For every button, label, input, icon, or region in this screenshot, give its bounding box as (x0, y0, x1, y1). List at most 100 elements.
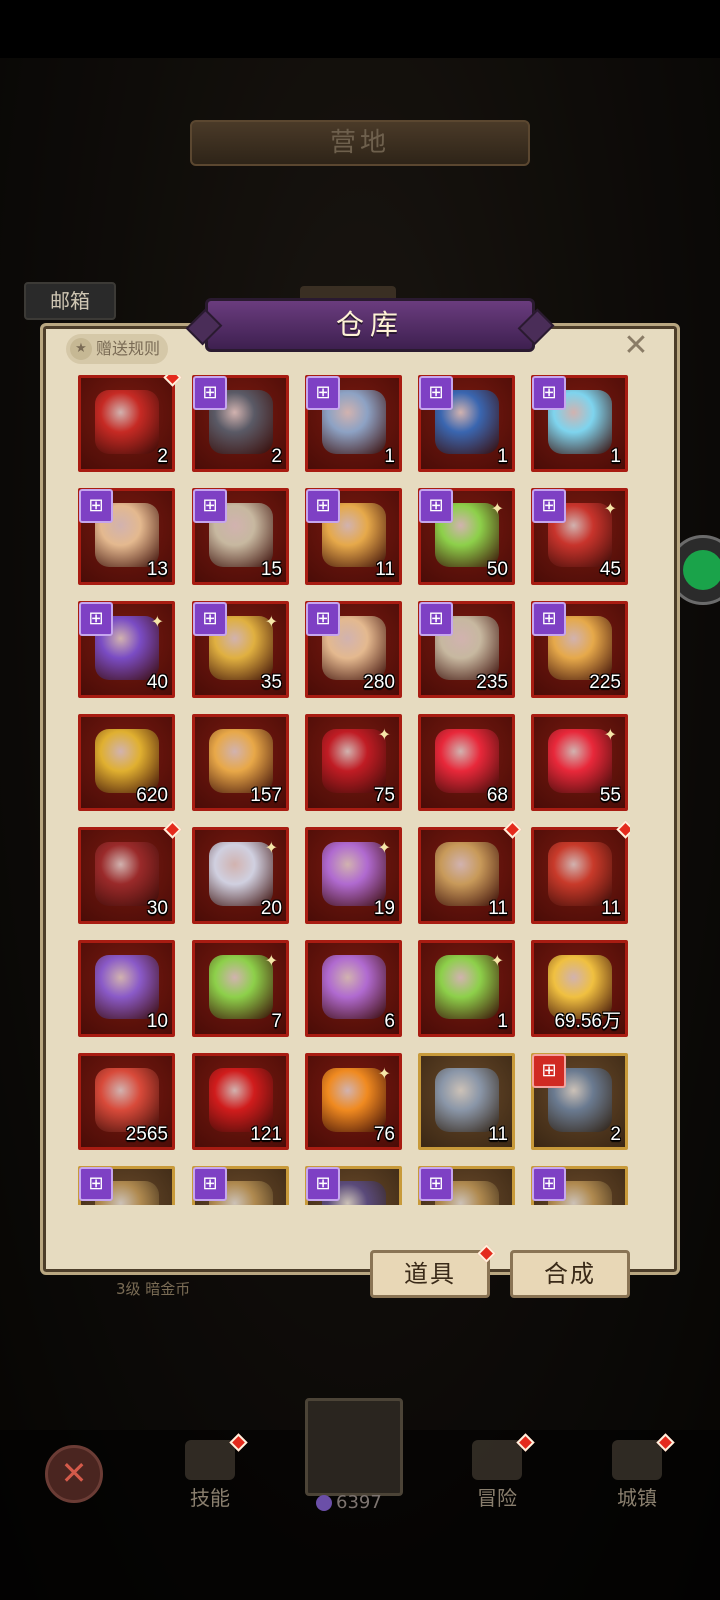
inventory-slot[interactable]: ⊞ 235 (418, 601, 515, 698)
inventory-slot[interactable]: ⊞ 11 (305, 488, 402, 585)
inventory-slot[interactable]: ⊞ (305, 1166, 402, 1205)
item-count: 55 (599, 785, 621, 806)
sparkle-icon: ✦ (377, 1064, 391, 1083)
horned-helmet-hero-icon (209, 842, 273, 906)
sparkle-icon: ✦ (490, 951, 504, 970)
gift-rules-label: 赠送规则 (96, 339, 161, 358)
inventory-grid: 2 ⊞ 2 ⊞ 1 ⊞ 1 ⊞ 1 ⊞ 13 ⊞ 15 ⊞ 11 ⊞ ✦ 50 ⊞ ✦ 45 ⊞ ✦ 40 ⊞ ✦ 35 ⊞ 280 ⊞ 2… (78, 375, 630, 1205)
notification-dot (163, 820, 182, 839)
craft-tab-button[interactable]: 合成 (510, 1250, 630, 1298)
cancel-button[interactable]: ✕ (45, 1445, 103, 1503)
center-portal-slot[interactable] (305, 1398, 403, 1496)
inventory-slot[interactable]: 30 (78, 820, 182, 924)
inventory-slot[interactable]: 2 (78, 375, 182, 472)
inventory-slot[interactable]: ✦ 1 (418, 940, 515, 1037)
rules-icon: ★ (70, 338, 92, 360)
gift-box-icon: ⊞ (79, 602, 113, 636)
inventory-slot[interactable]: ⊞ ✦ 45 (531, 488, 628, 585)
inventory-slot[interactable]: ⊞ (192, 1166, 289, 1205)
nav-skills[interactable]: 技能 (165, 1433, 255, 1520)
inventory-slot[interactable]: 121 (192, 1053, 289, 1150)
mailbox-tab[interactable]: 邮箱 (24, 282, 116, 320)
inventory-slot[interactable]: ✦ 20 (192, 827, 289, 924)
inventory-slot[interactable]: ⊞ ✦ 40 (78, 601, 175, 698)
item-count: 19 (373, 898, 395, 919)
inventory-slot[interactable]: ⊞ 13 (78, 488, 175, 585)
inventory-slot[interactable]: ⊞ 1 (531, 375, 628, 472)
notification-dot (163, 375, 182, 387)
item-count: 620 (136, 785, 168, 806)
sparkle-icon: ✦ (603, 725, 617, 744)
items-tab-button[interactable]: 道具 (370, 1244, 496, 1298)
green-orb-staff-icon (209, 955, 273, 1019)
inventory-slot[interactable]: 68 (418, 714, 515, 811)
ruby-gem-icon (209, 1068, 273, 1132)
inventory-slot[interactable]: ✦ 19 (305, 827, 402, 924)
item-count: 157 (250, 785, 282, 806)
red-potion-icon (435, 729, 499, 793)
camp-title-banner: 营地 (190, 120, 530, 166)
inventory-slot[interactable]: 2565 (78, 1053, 175, 1150)
item-count: 2565 (125, 1124, 168, 1145)
item-count: 6 (384, 1011, 395, 1032)
sparkle-icon: ✦ (264, 612, 278, 631)
inventory-slot[interactable]: 69.56万 (531, 940, 628, 1037)
demon-armor-icon (95, 842, 159, 906)
inventory-slot[interactable]: ⊞ (531, 1166, 628, 1205)
inventory-slot[interactable]: ⊞ ✦ 35 (192, 601, 289, 698)
inventory-slot[interactable]: ⊞ 2 (192, 375, 289, 472)
nav-adventure[interactable]: 冒险 (452, 1433, 542, 1520)
items-tab-label: 道具 (404, 1260, 456, 1288)
warehouse-title: 仓库 (205, 298, 535, 352)
close-button[interactable]: ✕ (622, 331, 650, 361)
star-shield-icon (95, 955, 159, 1019)
notification-dot (616, 820, 630, 839)
sparkle-icon: ✦ (377, 838, 391, 857)
inventory-slot[interactable]: ⊞ (78, 1166, 175, 1205)
golden-mask-icon (95, 729, 159, 793)
skull-chest-icon (435, 842, 499, 906)
inventory-slot[interactable]: ⊞ 2 (531, 1053, 628, 1150)
inventory-slot[interactable]: 11 (531, 820, 630, 924)
inventory-slot[interactable]: 157 (192, 714, 289, 811)
soul-gem-icon (316, 1494, 332, 1511)
inventory-slot[interactable]: ⊞ 1 (418, 375, 515, 472)
inventory-slot[interactable]: 11 (418, 1053, 515, 1150)
nav-adventure-label: 冒险 (477, 1486, 517, 1510)
inventory-slot[interactable]: 620 (78, 714, 175, 811)
item-count: 225 (589, 672, 621, 693)
inventory-slot[interactable]: ⊞ 1 (305, 375, 402, 472)
gift-box-icon: ⊞ (306, 1167, 340, 1201)
gift-box-icon: ⊞ (419, 602, 453, 636)
gift-box-icon: ⊞ (193, 376, 227, 410)
item-count: 2 (271, 446, 282, 467)
item-count: 68 (486, 785, 508, 806)
inventory-slot[interactable]: 6 (305, 940, 402, 1037)
item-count: 75 (373, 785, 395, 806)
gift-box-icon: ⊞ (306, 602, 340, 636)
inventory-slot[interactable]: ⊞ 225 (531, 601, 628, 698)
item-count: 13 (146, 559, 168, 580)
gift-box-icon: ⊞ (306, 489, 340, 523)
inventory-slot[interactable]: 11 (418, 820, 522, 924)
inventory-slot[interactable]: ⊞ 15 (192, 488, 289, 585)
inventory-slot[interactable]: ⊞ ✦ 50 (418, 488, 515, 585)
inventory-slot[interactable]: ⊞ 280 (305, 601, 402, 698)
gift-box-icon: ⊞ (306, 376, 340, 410)
item-count: 40 (146, 672, 168, 693)
gift-box-icon: ⊞ (532, 1054, 566, 1088)
inventory-slot[interactable]: ✦ 55 (531, 714, 628, 811)
inventory-slot[interactable]: 10 (78, 940, 175, 1037)
nav-town[interactable]: 城镇 (592, 1433, 682, 1520)
rainbow-crystal-icon (322, 842, 386, 906)
gift-rules-button[interactable]: ★ 赠送规则 (66, 334, 169, 364)
ruby-amulet-icon (95, 1068, 159, 1132)
item-count: 50 (486, 559, 508, 580)
sparkle-icon: ✦ (264, 951, 278, 970)
item-count: 30 (146, 898, 168, 919)
inventory-slot[interactable]: ✦ 7 (192, 940, 289, 1037)
golden-feather-icon (209, 729, 273, 793)
inventory-slot[interactable]: ⊞ (418, 1166, 515, 1205)
inventory-slot[interactable]: ✦ 75 (305, 714, 402, 811)
inventory-slot[interactable]: ✦ 76 (305, 1053, 402, 1150)
